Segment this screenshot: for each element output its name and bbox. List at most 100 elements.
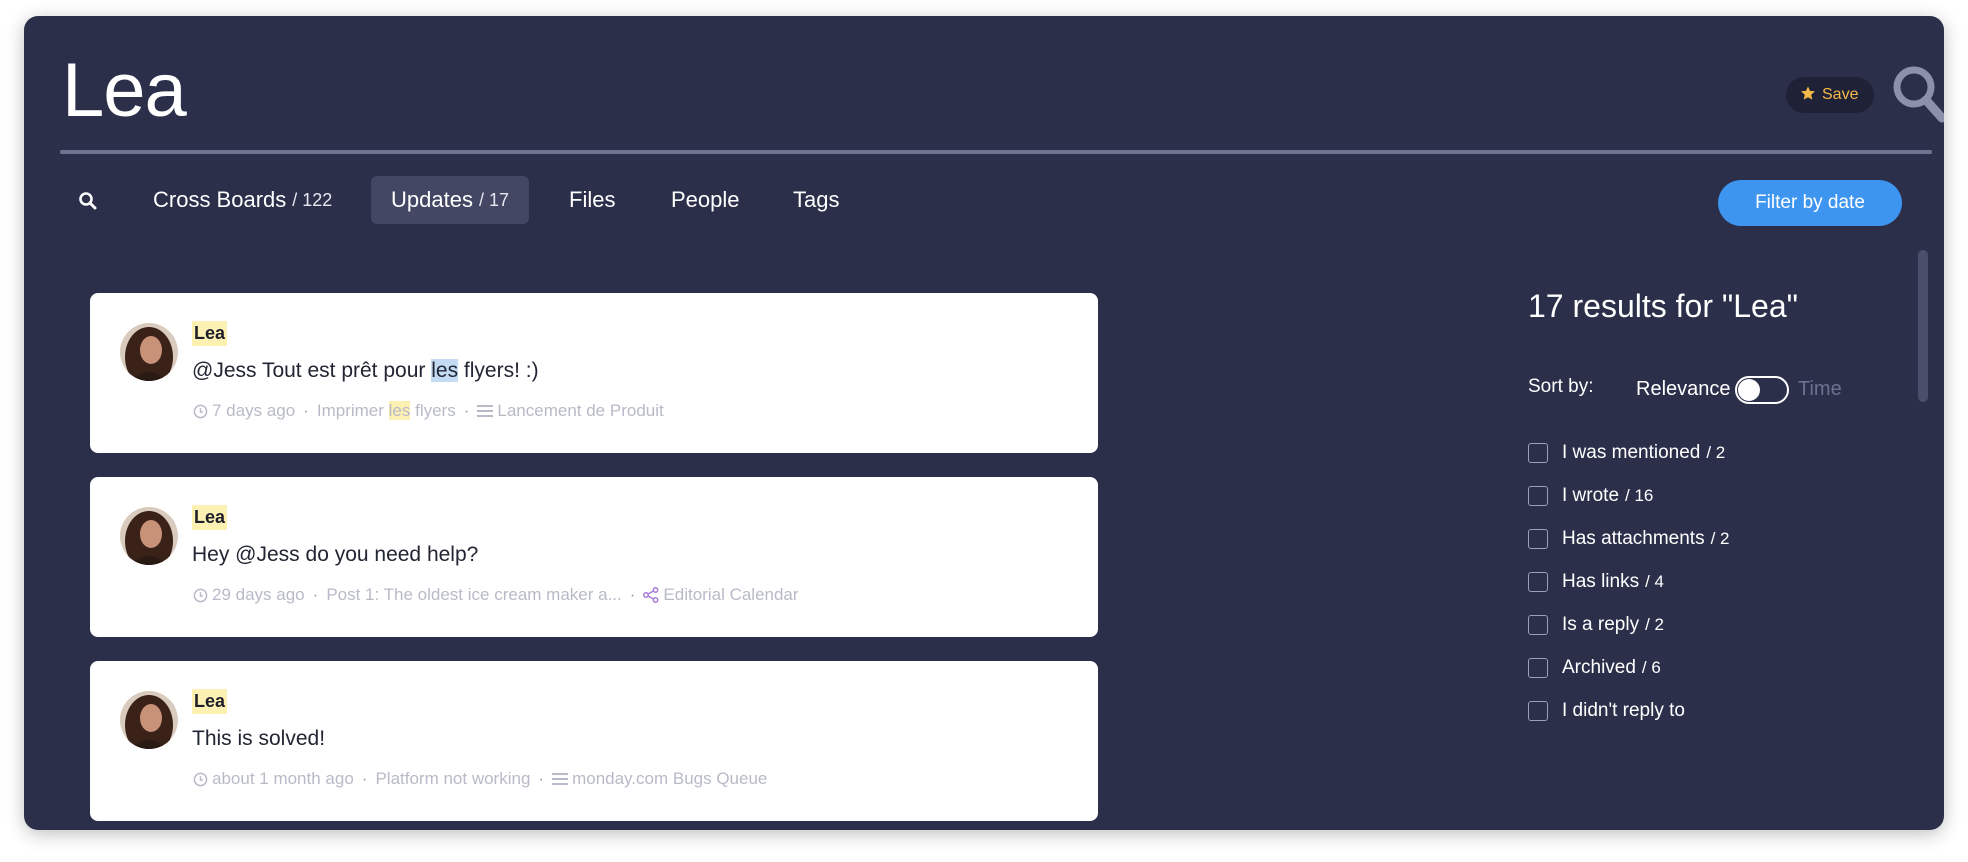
title-divider [60,150,1932,154]
search-icon[interactable] [78,191,100,213]
tab-updates[interactable]: Updates / 17 [371,176,529,224]
filter-count: / 16 [1625,486,1654,505]
filter-checkbox-attachments[interactable]: Has attachments / 2 [1528,526,1729,552]
item-text: Imprimer [316,401,389,420]
board-link[interactable]: monday.com Bugs Queue [572,769,767,789]
separator-dot: · [538,769,545,788]
filter-checkbox-archived[interactable]: Archived / 6 [1528,655,1661,681]
update-author: Lea [192,689,228,714]
search-panel: Lea Save Cross Boards / 122 Updates / 17 [24,16,1944,830]
clock-icon [192,587,208,603]
update-author: Lea [192,505,228,530]
tab-count: / 17 [478,189,509,210]
update-card[interactable]: Lea @Jess Tout est prêt pour les flyers!… [90,293,1098,453]
filter-checkbox-wrote[interactable]: I wrote / 16 [1528,483,1653,509]
filter-count: / 2 [1706,443,1726,462]
tab-people[interactable]: People [651,176,760,224]
update-card[interactable]: Lea This is solved! about 1 month ago · … [90,661,1098,821]
search-highlight: les [388,401,411,420]
separator-dot: · [629,585,636,604]
avatar [120,323,178,381]
checkbox[interactable] [1528,572,1548,592]
filter-count: / 2 [1645,615,1664,634]
body-text: flyers! :) [458,359,539,382]
board-lines-icon [477,403,494,419]
update-meta: 29 days ago · Post 1: The oldest ice cre… [192,585,799,605]
update-card[interactable]: Lea Hey @Jess do you need help? 29 days … [90,477,1098,637]
update-body: Hey @Jess do you need help? [192,543,478,567]
filter-checkbox-mentioned[interactable]: I was mentioned / 2 [1528,440,1725,466]
board-link[interactable]: Lancement de Produit [497,401,663,421]
filter-label: Archived [1562,657,1636,678]
tab-files[interactable]: Files [549,176,635,224]
tab-label: Tags [793,187,840,212]
filter-label: I wrote [1562,485,1620,506]
checkbox[interactable] [1528,658,1548,678]
checkbox[interactable] [1528,615,1548,635]
item-link[interactable]: Post 1: The oldest ice cream maker a... [326,585,621,605]
checkbox[interactable] [1528,701,1548,721]
tab-label: Updates [391,187,473,212]
filter-checkbox-links[interactable]: Has links / 4 [1528,569,1664,595]
sort-relevance-option[interactable]: Relevance [1636,378,1731,401]
board-lines-icon [552,771,569,787]
filter-label: Has links [1562,571,1640,592]
body-text: @Jess Tout est prêt pour [192,359,432,382]
share-icon [643,587,659,603]
star-icon [1800,85,1816,106]
clock-icon [192,403,208,419]
result-tabs: Cross Boards / 122 Updates / 17 Files Pe… [24,176,924,226]
search-icon[interactable] [1891,63,1944,125]
separator-dot: · [303,401,309,420]
item-link[interactable]: Platform not working [375,769,530,789]
save-button[interactable]: Save [1786,77,1875,113]
filter-by-date-button[interactable]: Filter by date [1718,180,1902,226]
checkbox[interactable] [1528,443,1548,463]
filter-label: I didn't reply to [1562,700,1685,721]
filter-count: / 6 [1641,658,1661,677]
tab-label: Cross Boards [153,187,287,212]
tab-tags[interactable]: Tags [773,176,859,224]
update-meta: 7 days ago · Imprimer les flyers · Lance… [192,401,664,421]
tab-label: Files [569,187,616,212]
search-highlight: les [431,359,459,382]
filter-label: Is a reply [1562,614,1640,635]
filter-label: Has attachments [1562,528,1705,549]
checkbox[interactable] [1528,486,1548,506]
update-author: Lea [192,321,228,346]
separator-dot: · [361,769,368,788]
separator-dot: · [312,585,319,604]
filter-checkbox-reply[interactable]: Is a reply / 2 [1528,612,1664,638]
body-text: Hey @Jess do you need help? [192,543,479,566]
tab-count: / 122 [292,189,333,210]
avatar [120,691,178,749]
update-time: 7 days ago [212,401,296,420]
clock-icon [192,771,208,787]
filter-label: I was mentioned [1562,442,1701,463]
sort-time-option[interactable]: Time [1798,378,1842,401]
toggle-knob [1738,379,1760,401]
separator-dot: · [463,401,470,420]
results-count-heading: 17 results for "Lea" [1528,288,1798,324]
item-text: flyers [410,401,456,420]
tab-cross-boards[interactable]: Cross Boards / 122 [133,176,352,224]
tab-label: People [671,187,740,212]
update-body: @Jess Tout est prêt pour les flyers! :) [192,359,539,383]
update-meta: about 1 month ago · Platform not working… [192,769,767,789]
filter-checkbox-not-replied[interactable]: I didn't reply to [1528,698,1685,724]
filter-count: / 4 [1645,572,1664,591]
filter-count: / 2 [1710,529,1730,548]
save-label: Save [1822,86,1859,103]
update-time: 29 days ago [212,585,305,604]
update-time: about 1 month ago [212,769,354,788]
avatar [120,507,178,565]
search-query-title: Lea [62,48,187,133]
item-link[interactable]: Imprimer les flyers [317,401,456,421]
scrollbar[interactable] [1918,250,1928,402]
update-body: This is solved! [192,727,325,751]
board-link[interactable]: Editorial Calendar [663,585,798,605]
sort-toggle[interactable] [1735,376,1789,404]
sort-by-label: Sort by: [1528,376,1594,397]
checkbox[interactable] [1528,529,1548,549]
body-text: This is solved! [192,727,326,750]
